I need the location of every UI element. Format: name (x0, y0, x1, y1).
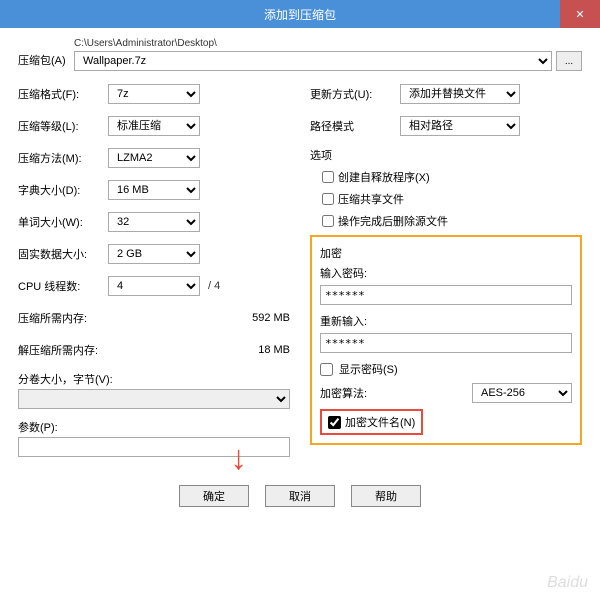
show-pwd-checkbox[interactable] (320, 363, 333, 376)
method-select[interactable]: LZMA2 (108, 148, 200, 168)
word-label: 单词大小(W): (18, 214, 108, 230)
delete-label: 操作完成后删除源文件 (338, 213, 448, 229)
sfx-checkbox[interactable] (322, 171, 334, 183)
archive-label: 压缩包(A) (18, 38, 68, 68)
mem-decompress-label: 解压缩所需内存: (18, 342, 98, 358)
encrypt-names-label: 加密文件名(N) (345, 414, 415, 430)
encrypt-names-highlight: 加密文件名(N) (320, 409, 423, 435)
pathmode-select[interactable]: 相对路径 (400, 116, 520, 136)
enc-repwd-label: 重新输入: (320, 313, 572, 329)
method-label: 压缩方法(M): (18, 150, 108, 166)
sfx-label: 创建自释放程序(X) (338, 169, 430, 185)
format-label: 压缩格式(F): (18, 86, 108, 102)
right-column: 更新方式(U):添加并替换文件 路径模式相对路径 选项 创建自释放程序(X) 压… (310, 83, 582, 457)
update-label: 更新方式(U): (310, 86, 400, 102)
split-label: 分卷大小，字节(V): (18, 371, 290, 387)
close-button[interactable]: ✕ (560, 0, 600, 28)
encrypt-names-checkbox[interactable] (328, 416, 341, 429)
show-pwd-label: 显示密码(S) (339, 361, 398, 377)
split-select[interactable] (18, 389, 290, 409)
delete-checkbox[interactable] (322, 215, 334, 227)
solid-label: 固实数据大小: (18, 246, 108, 262)
format-select[interactable]: 7z (108, 84, 200, 104)
dialog-content: 压缩包(A) C:\Users\Administrator\Desktop\ W… (0, 28, 600, 517)
close-icon: ✕ (575, 8, 584, 21)
browse-button[interactable]: ... (556, 51, 582, 71)
ok-button[interactable]: 确定 (179, 485, 249, 507)
enc-algo-label: 加密算法: (320, 385, 367, 401)
dict-label: 字典大小(D): (18, 182, 108, 198)
word-select[interactable]: 32 (108, 212, 200, 232)
help-button[interactable]: 帮助 (351, 485, 421, 507)
archive-file-select[interactable]: Wallpaper.7z (74, 51, 552, 71)
cpu-label: CPU 线程数: (18, 278, 108, 294)
level-label: 压缩等级(L): (18, 118, 108, 134)
enc-repwd-input[interactable] (320, 333, 572, 353)
solid-select[interactable]: 2 GB (108, 244, 200, 264)
archive-path-row: 压缩包(A) C:\Users\Administrator\Desktop\ W… (18, 38, 582, 71)
mem-decompress-value: 18 MB (258, 344, 290, 356)
left-column: 压缩格式(F):7z 压缩等级(L):标准压缩 压缩方法(M):LZMA2 字典… (18, 83, 290, 457)
share-label: 压缩共享文件 (338, 191, 404, 207)
enc-pwd-input[interactable] (320, 285, 572, 305)
enc-pwd-label: 输入密码: (320, 265, 572, 281)
mem-compress-value: 592 MB (252, 312, 290, 324)
share-checkbox[interactable] (322, 193, 334, 205)
archive-dir: C:\Users\Administrator\Desktop\ (74, 38, 582, 49)
params-label: 参数(P): (18, 419, 290, 435)
update-select[interactable]: 添加并替换文件 (400, 84, 520, 104)
cpu-select[interactable]: 4 (108, 276, 200, 296)
cpu-max: / 4 (208, 280, 220, 292)
window-title: 添加到压缩包 (264, 6, 336, 23)
level-select[interactable]: 标准压缩 (108, 116, 200, 136)
encryption-box: 加密 输入密码: 重新输入: 显示密码(S) 加密算法: AES-256 加密文件… (310, 235, 582, 445)
footer: 确定 取消 帮助 (18, 485, 582, 507)
mem-compress-label: 压缩所需内存: (18, 310, 87, 326)
enc-title: 加密 (320, 245, 572, 261)
cancel-button[interactable]: 取消 (265, 485, 335, 507)
dict-select[interactable]: 16 MB (108, 180, 200, 200)
pathmode-label: 路径模式 (310, 118, 400, 134)
options-title: 选项 (310, 147, 582, 163)
titlebar: 添加到压缩包 ✕ (0, 0, 600, 28)
enc-algo-select[interactable]: AES-256 (472, 383, 572, 403)
params-input[interactable] (18, 437, 290, 457)
watermark: Baidu (547, 574, 588, 592)
